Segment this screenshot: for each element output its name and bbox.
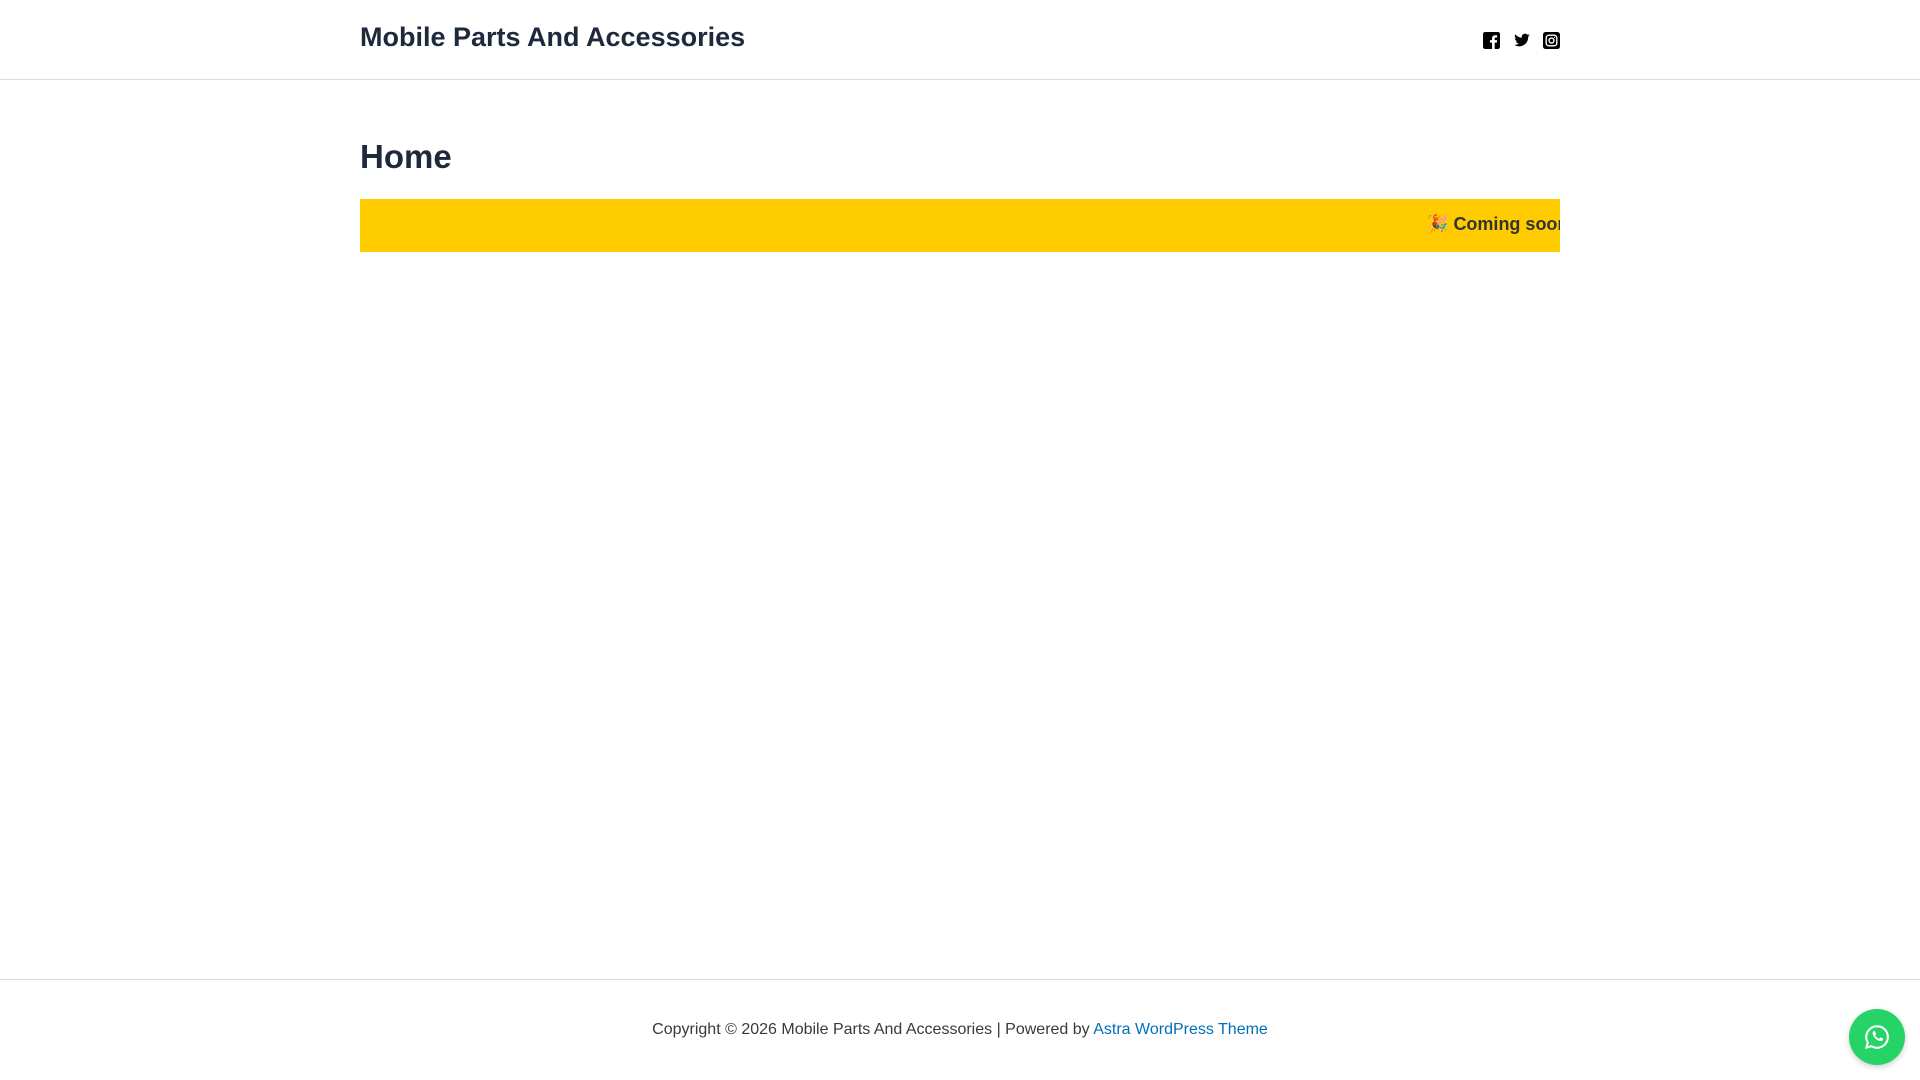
whatsapp-button[interactable] — [1849, 1009, 1905, 1065]
copyright-text: Copyright © 2026 Mobile Parts And Access… — [652, 1021, 1094, 1038]
site-footer: Copyright © 2026 Mobile Parts And Access… — [0, 979, 1920, 1080]
instagram-icon — [1543, 32, 1560, 49]
facebook-icon — [1483, 32, 1500, 49]
whatsapp-icon — [1865, 1025, 1889, 1049]
ticker-text: Coming soon — [1453, 214, 1560, 234]
instagram-link[interactable] — [1543, 32, 1560, 49]
twitter-icon — [1514, 33, 1530, 47]
astra-theme-link[interactable]: Astra WordPress Theme — [1093, 1021, 1268, 1038]
ticker-message: 🎉 Coming soon — [1426, 214, 1560, 235]
facebook-link[interactable] — [1483, 32, 1500, 49]
party-popper-icon: 🎉 — [1426, 214, 1449, 234]
site-header: Mobile Parts And Accessories — [0, 0, 1920, 80]
footer-copyright: Copyright © 2026 Mobile Parts And Access… — [0, 1021, 1920, 1039]
page-title: Home — [360, 138, 452, 175]
announcement-ticker: 🎉 Coming soon — [360, 199, 1560, 252]
site-title-link[interactable]: Mobile Parts And Accessories — [360, 22, 745, 53]
twitter-link[interactable] — [1513, 32, 1530, 49]
